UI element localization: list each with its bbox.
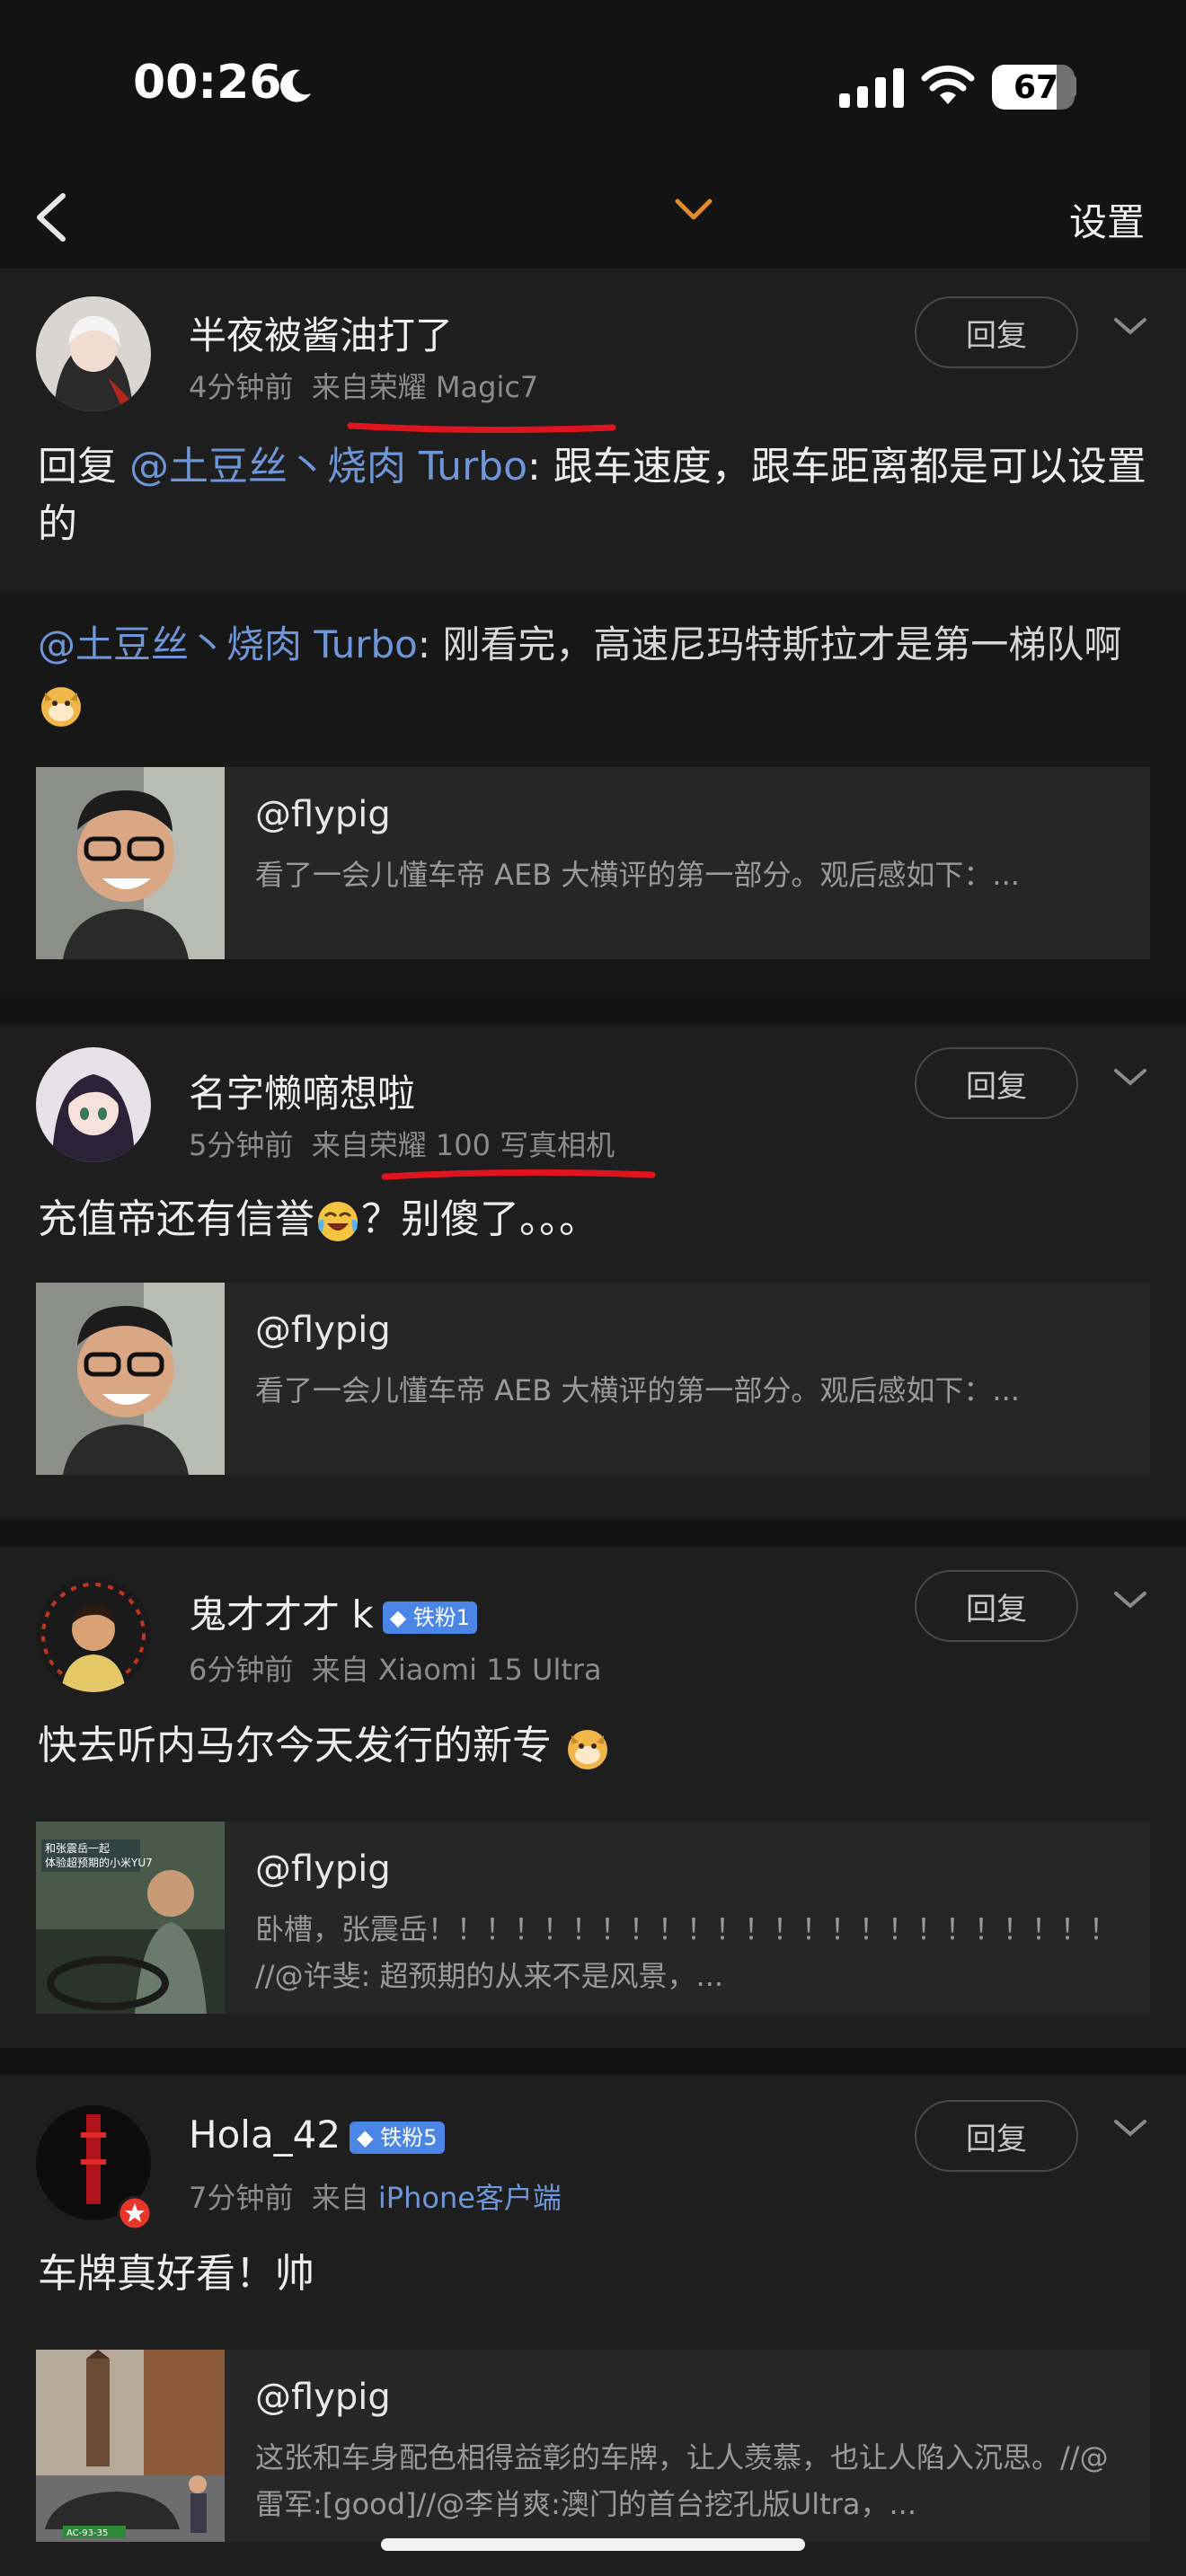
user-name-text[interactable]: 鬼才才才 k — [189, 1592, 374, 1636]
red-underline-annotation — [381, 1169, 656, 1180]
original-post-author[interactable]: @flypig — [255, 794, 391, 835]
original-post-card[interactable]: @flypig 看了一会儿懂车帝 AEB 大横评的第一部分。观后感如下：... — [36, 1283, 1150, 1475]
user-name-text[interactable]: 名字懒嘀想啦 — [189, 1072, 415, 1116]
home-indicator[interactable] — [381, 2538, 805, 2551]
device-name: 荣耀 100 写真相机 — [368, 1128, 615, 1162]
nav-bar: 设置 — [0, 171, 1186, 269]
status-bar: 00:26 67 — [0, 0, 1186, 171]
more-chevron-icon[interactable] — [1112, 313, 1148, 340]
comment-body: 充值帝还有信誉 — [38, 1196, 314, 1242]
original-post-text: 看了一会儿懂车帝 AEB 大横评的第一部分。观后感如下：... — [255, 1373, 1020, 1407]
fan-badge-label: 铁粉5 — [380, 2124, 438, 2150]
quote-body: : 刚看完，高速尼玛特斯拉才是第一梯队啊 — [417, 622, 1122, 666]
signal-icon — [839, 68, 904, 108]
card-separator — [0, 2048, 1186, 2075]
comment-text: 快去听内马尔今天发行的新专 — [38, 1717, 1152, 1775]
original-post-card[interactable]: @flypig 看了一会儿懂车帝 AEB 大横评的第一部分。观后感如下：... — [36, 767, 1150, 959]
original-post-author[interactable]: @flypig — [255, 1848, 391, 1890]
comment-card: Hola_42 ◆ 铁粉5 7分钟前 来自 iPhone客户端 回复 车牌真好看！… — [0, 2075, 1186, 2576]
reply-button[interactable]: 回复 — [915, 1047, 1078, 1119]
original-post-text: 这张和车身配色相得益彰的车牌，让人羡慕，也让人陷入沉思。//@雷军:[good]… — [255, 2440, 1109, 2521]
more-chevron-icon[interactable] — [1112, 1063, 1148, 1090]
source-prefix: 来自 — [311, 1128, 369, 1162]
user-name[interactable]: Hola_42 ◆ 铁粉5 — [189, 2113, 445, 2157]
mention-link[interactable]: @土豆丝丶烧肉 Turbo — [38, 622, 418, 666]
comment-meta: 5分钟前 来自荣耀 100 写真相机 — [189, 1123, 615, 1164]
plate-text: AC-93-35 — [66, 2528, 108, 2538]
reply-prefix: 回复 — [38, 444, 117, 490]
original-post-text: 看了一会儿懂车帝 AEB 大横评的第一部分。观后感如下：... — [255, 858, 1020, 892]
battery-level: 67 — [1013, 68, 1059, 106]
moon-icon — [280, 69, 311, 102]
comment-meta: 4分钟前 来自荣耀 Magic7 — [189, 365, 538, 406]
fan-badge: ◆ 铁粉1 — [382, 1601, 478, 1634]
post-thumbnail: 和张震岳一起 体验超预期的小米YU7 — [36, 1822, 225, 2014]
quoted-comment: @土豆丝丶烧肉 Turbo: 刚看完，高速尼玛特斯拉才是第一梯队啊 @flypi… — [0, 591, 1186, 997]
avatar[interactable] — [36, 1047, 151, 1162]
user-name[interactable]: 鬼才才才 k ◆ 铁粉1 — [189, 1584, 478, 1639]
comment-body: 车牌真好看！帅 — [38, 2251, 314, 2297]
user-name[interactable]: 半夜被酱油打了 — [189, 305, 453, 360]
comment-time: 5分钟前 — [189, 1128, 294, 1162]
reply-button[interactable]: 回复 — [915, 1570, 1078, 1642]
chevron-down-icon[interactable] — [672, 192, 715, 228]
user-name-text[interactable]: Hola_42 — [189, 2113, 341, 2157]
settings-button[interactable]: 设置 — [1069, 192, 1145, 247]
comment-body: 快去听内马尔今天发行的新专 — [38, 1723, 552, 1769]
red-underline-annotation — [347, 422, 616, 433]
original-post-card[interactable]: AC-93-35 @flypig 这张和车身配色相得益彰的车牌，让人羡慕，也让人… — [36, 2350, 1150, 2542]
comment-card: 半夜被酱油打了 4分钟前 来自荣耀 Magic7 回复 回复 @土豆丝丶烧肉 T… — [0, 269, 1186, 591]
user-name[interactable]: 名字懒嘀想啦 — [189, 1063, 415, 1118]
device-link[interactable]: iPhone客户端 — [378, 2181, 562, 2215]
comment-body-suffix: ？别傻了。。。 — [361, 1196, 598, 1242]
doge-emoji-icon — [568, 1730, 607, 1769]
more-chevron-icon[interactable] — [1112, 1586, 1148, 1613]
comment-text: 回复 @土豆丝丶烧肉 Turbo: 跟车速度，跟车距离都是可以设置的 — [38, 438, 1152, 553]
comment-time: 4分钟前 — [189, 370, 294, 404]
doge-emoji-icon — [41, 686, 81, 727]
comment-card: 鬼才才才 k ◆ 铁粉1 6分钟前 来自 Xiaomi 15 Ultra 回复 快… — [0, 1547, 1186, 2048]
verified-badge-icon — [117, 2195, 153, 2231]
laugh-cry-emoji-icon — [318, 1202, 358, 1241]
quote-text: @土豆丝丶烧肉 Turbo: 刚看完，高速尼玛特斯拉才是第一梯队啊 — [38, 616, 1152, 731]
thumbnail-caption: 体验超预期的小米YU7 — [45, 1856, 153, 1869]
battery-tip — [1071, 75, 1076, 97]
post-thumbnail: AC-93-35 — [36, 2350, 225, 2542]
comment-card: 名字懒嘀想啦 5分钟前 来自荣耀 100 写真相机 回复 充值帝还有信誉 ？别傻了… — [0, 1024, 1186, 1520]
original-post-author[interactable]: @flypig — [255, 1310, 391, 1351]
fan-badge-label: 铁粉1 — [412, 1604, 471, 1630]
battery-indicator: 67 — [992, 65, 1059, 110]
comment-time: 7分钟前 — [189, 2181, 294, 2215]
comment-text: 充值帝还有信誉 ？别傻了。。。 — [38, 1191, 1152, 1248]
reply-button[interactable]: 回复 — [915, 2100, 1078, 2172]
status-time: 00:26 — [133, 56, 282, 110]
reply-button[interactable]: 回复 — [915, 296, 1078, 368]
comment-text: 车牌真好看！帅 — [38, 2245, 1152, 2303]
post-thumbnail — [36, 767, 225, 959]
original-post-text: 卧槽，张震岳！！！！！！！！！！！！！！！！！！！！！！！！ //@许斐: 超预… — [255, 1912, 1119, 1993]
source-prefix: 来自 — [311, 2181, 369, 2215]
post-thumbnail — [36, 1283, 225, 1475]
device-name: 荣耀 Magic7 — [368, 370, 539, 404]
thumbnail-caption: 和张震岳一起 — [45, 1842, 110, 1855]
wifi-icon — [921, 65, 975, 104]
more-chevron-icon[interactable] — [1112, 2114, 1148, 2141]
mention-link[interactable]: @土豆丝丶烧肉 Turbo — [129, 444, 527, 490]
comment-meta: 7分钟前 来自 iPhone客户端 — [189, 2175, 562, 2217]
avatar[interactable] — [36, 1577, 151, 1692]
source-prefix: 来自 — [311, 370, 369, 404]
original-post-card[interactable]: 和张震岳一起 体验超预期的小米YU7 @flypig 卧槽，张震岳！！！！！！！！… — [36, 1822, 1150, 2014]
card-separator — [0, 997, 1186, 1024]
original-post-author[interactable]: @flypig — [255, 2377, 391, 2418]
device-name: Xiaomi 15 Ultra — [377, 1653, 602, 1687]
back-chevron-icon[interactable] — [27, 190, 81, 244]
avatar[interactable] — [36, 296, 151, 411]
card-separator — [0, 1520, 1186, 1547]
comment-time: 6分钟前 — [189, 1653, 294, 1687]
fan-badge: ◆ 铁粉5 — [350, 2121, 445, 2154]
source-prefix: 来自 — [311, 1653, 369, 1687]
comment-meta: 6分钟前 来自 Xiaomi 15 Ultra — [189, 1647, 602, 1689]
user-name-text[interactable]: 半夜被酱油打了 — [189, 313, 453, 357]
